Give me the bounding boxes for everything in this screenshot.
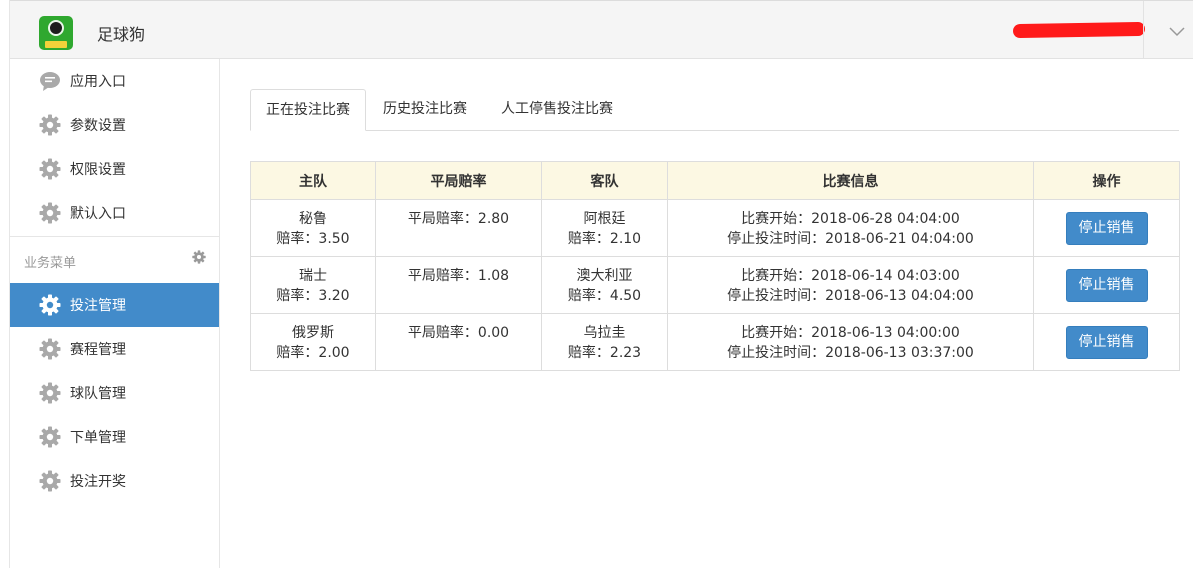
draw-odds: 平局赔率：1.08: [407, 268, 510, 284]
sidebar-item-label: 投注开奖: [70, 474, 126, 490]
chat-bubble-icon: [40, 72, 60, 91]
sidebar-item-app-entry[interactable]: 应用入口: [10, 59, 219, 103]
gear-icon: [39, 114, 61, 136]
draw-odds-cell: 平局赔率：1.08: [375, 256, 542, 314]
bet-stop-time: 停止投注时间：2018-06-13 03:37:00: [727, 345, 974, 361]
sidebar-item-label: 球队管理: [70, 386, 126, 402]
topbar-divider: [1143, 1, 1144, 59]
sidebar-item-order-management[interactable]: 下单管理: [10, 415, 219, 459]
sidebar-item-team-management[interactable]: 球队管理: [10, 371, 219, 415]
home-team-name: 秘鲁: [299, 211, 327, 227]
sidebar-divider: [10, 236, 219, 237]
chevron-down-icon[interactable]: [1168, 22, 1186, 40]
away-team-cell: 乌拉圭 赔率：2.23: [541, 313, 668, 371]
gear-icon: [39, 202, 61, 224]
home-team-cell: 瑞士 赔率：3.20: [250, 256, 376, 314]
stop-sale-button[interactable]: 停止销售: [1065, 211, 1148, 245]
logo-banner: [45, 41, 67, 48]
action-cell: 停止销售: [1033, 256, 1180, 314]
match-info-cell: 比赛开始：2018-06-28 04:04:00 停止投注时间：2018-06-…: [667, 199, 1034, 257]
tab-bar: 正在投注比赛 历史投注比赛 人工停售投注比赛: [250, 89, 1179, 131]
match-start-time: 比赛开始：2018-06-28 04:04:00: [741, 211, 960, 227]
app-title: 足球狗: [97, 25, 146, 44]
bet-stop-time: 停止投注时间：2018-06-13 04:04:00: [727, 288, 974, 304]
tab-active-bets[interactable]: 正在投注比赛: [250, 89, 366, 131]
match-start-time: 比赛开始：2018-06-13 04:00:00: [741, 325, 960, 341]
top-bar: 足球狗: [10, 0, 1193, 59]
home-team-cell: 俄罗斯 赔率：2.00: [250, 313, 376, 371]
sidebar-item-bet-draw[interactable]: 投注开奖: [10, 459, 219, 503]
away-team-cell: 阿根廷 赔率：2.10: [541, 199, 668, 257]
gear-icon: [39, 158, 61, 180]
gear-icon[interactable]: [192, 250, 206, 264]
table-row: 俄罗斯 赔率：2.00 平局赔率：0.00 乌拉圭 赔率：2.23 比赛开始：2…: [250, 313, 1180, 371]
away-team-cell: 澳大利亚 赔率：4.50: [541, 256, 668, 314]
home-team-name: 瑞士: [299, 268, 327, 284]
draw-odds-cell: 平局赔率：0.00: [375, 313, 542, 371]
matches-table: 主队 平局赔率 客队 比赛信息 操作 秘鲁 赔率：3.50 平局赔率：2.80 …: [250, 161, 1180, 371]
column-header-actions: 操作: [1033, 161, 1180, 200]
home-team-odds: 赔率：2.00: [276, 345, 350, 361]
gear-icon: [39, 338, 61, 360]
redacted-username[interactable]: [1012, 21, 1146, 39]
draw-odds: 平局赔率：0.00: [407, 325, 510, 341]
sidebar-item-label: 应用入口: [70, 74, 126, 90]
bet-stop-time: 停止投注时间：2018-06-21 04:04:00: [727, 231, 974, 247]
stop-sale-button[interactable]: 停止销售: [1065, 268, 1148, 302]
sidebar-item-label: 赛程管理: [70, 342, 126, 358]
gear-icon: [39, 470, 61, 492]
sidebar-item-default-entry[interactable]: 默认入口: [10, 191, 219, 235]
gear-icon: [39, 426, 61, 448]
gear-icon: [39, 294, 61, 316]
away-team-name: 阿根廷: [583, 211, 626, 227]
sidebar-item-bet-management[interactable]: 投注管理: [10, 283, 219, 327]
tab-manual-stopped[interactable]: 人工停售投注比赛: [486, 89, 628, 131]
away-team-odds: 赔率：2.23: [567, 345, 642, 361]
action-cell: 停止销售: [1033, 313, 1180, 371]
sidebar-section-title: 业务菜单: [24, 256, 77, 271]
draw-odds: 平局赔率：2.80: [407, 211, 510, 227]
action-cell: 停止销售: [1033, 199, 1180, 257]
sidebar-item-label: 参数设置: [70, 118, 126, 134]
home-team-name: 俄罗斯: [292, 325, 334, 341]
draw-odds-cell: 平局赔率：2.80: [375, 199, 542, 257]
match-start-time: 比赛开始：2018-06-14 04:03:00: [741, 268, 960, 284]
table-header-row: 主队 平局赔率 客队 比赛信息 操作: [250, 161, 1180, 200]
sidebar-item-params[interactable]: 参数设置: [10, 103, 219, 147]
table-row: 瑞士 赔率：3.20 平局赔率：1.08 澳大利亚 赔率：4.50 比赛开始：2…: [250, 256, 1180, 314]
column-header-draw-odds: 平局赔率: [375, 161, 542, 200]
away-team-odds: 赔率：2.10: [567, 231, 642, 247]
sidebar-item-label: 权限设置: [70, 162, 126, 178]
away-team-odds: 赔率：4.50: [567, 288, 642, 304]
logo-mascot-icon: [48, 20, 64, 36]
column-header-home: 主队: [250, 161, 376, 200]
sidebar-item-permissions[interactable]: 权限设置: [10, 147, 219, 191]
home-team-odds: 赔率：3.20: [276, 288, 350, 304]
left-edge-strip: [0, 0, 10, 568]
sidebar-item-schedule-management[interactable]: 赛程管理: [10, 327, 219, 371]
stop-sale-button[interactable]: 停止销售: [1065, 325, 1148, 359]
sidebar: 应用入口 参数设置 权限设置 默认入口 业务菜单 投注管理 赛程管理 球队管理 …: [10, 59, 220, 568]
tab-history-bets[interactable]: 历史投注比赛: [368, 89, 482, 131]
column-header-match-info: 比赛信息: [667, 161, 1034, 200]
home-team-cell: 秘鲁 赔率：3.50: [250, 199, 376, 257]
home-team-odds: 赔率：3.50: [276, 231, 350, 247]
sidebar-item-label: 下单管理: [70, 430, 126, 446]
sidebar-item-label: 投注管理: [70, 298, 126, 314]
match-info-cell: 比赛开始：2018-06-14 04:03:00 停止投注时间：2018-06-…: [667, 256, 1034, 314]
away-team-name: 澳大利亚: [576, 268, 633, 284]
away-team-name: 乌拉圭: [583, 325, 626, 341]
sidebar-item-label: 默认入口: [70, 206, 126, 222]
table-row: 秘鲁 赔率：3.50 平局赔率：2.80 阿根廷 赔率：2.10 比赛开始：20…: [250, 199, 1180, 257]
column-header-away: 客队: [541, 161, 668, 200]
app-logo[interactable]: [39, 16, 73, 50]
match-info-cell: 比赛开始：2018-06-13 04:00:00 停止投注时间：2018-06-…: [667, 313, 1034, 371]
gear-icon: [39, 382, 61, 404]
